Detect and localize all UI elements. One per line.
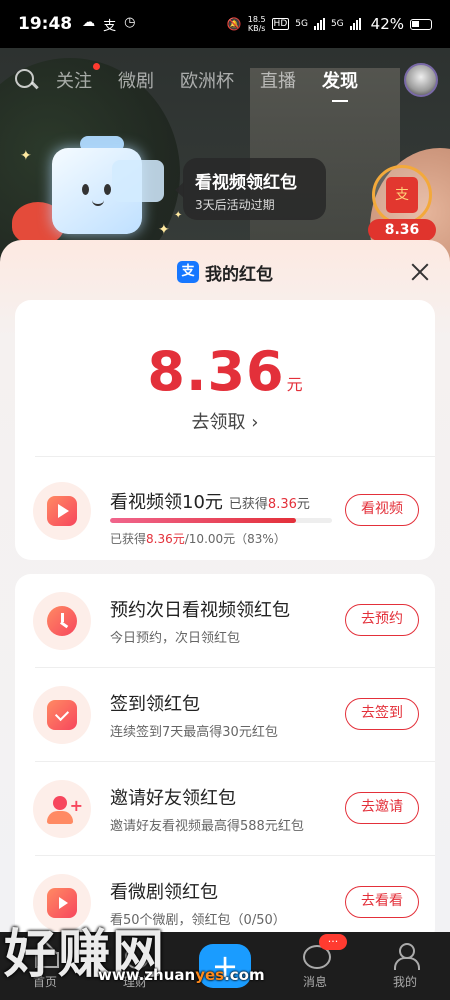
avatar[interactable]: [404, 63, 438, 97]
status-left-icons: ☁ 支 ◷: [82, 15, 135, 34]
signal-icon-2: [349, 18, 361, 30]
top-nav: 关注 微剧 欧洲杯 直播 发现: [0, 60, 450, 102]
nav-messages[interactable]: ··· 消息: [270, 932, 360, 1000]
red-envelope-icon: 支: [386, 177, 418, 213]
watch-video-button[interactable]: 看视频: [345, 494, 419, 526]
mascot-card: [112, 160, 164, 202]
video-task-icon-wrap: [33, 482, 91, 540]
finance-icon: [122, 942, 149, 969]
task-icon-wrap: +: [33, 780, 91, 838]
list-item: 签到领红包 连续签到7天最高得30元红包 去签到: [15, 668, 435, 762]
task-title: 看微剧领红包: [110, 882, 218, 903]
progress-bar: [110, 518, 332, 523]
promo-title: 看视频领红包: [195, 173, 297, 193]
nav-me[interactable]: 我的: [360, 932, 450, 1000]
notification-dot: [93, 63, 100, 70]
task-title: 看视频领10元 已获得8.36元: [110, 492, 310, 513]
cloud-icon: ☁: [82, 14, 96, 30]
tab-euro-cup[interactable]: 欧洲杯: [180, 67, 234, 93]
net-speed: 18.5 KB/s: [247, 15, 266, 33]
nav-home[interactable]: 首页: [0, 932, 90, 1000]
tv-play-icon: [47, 888, 77, 918]
task-icon-wrap: [33, 686, 91, 744]
tab-discover[interactable]: 发现: [322, 67, 358, 102]
tab-live[interactable]: 直播: [260, 67, 296, 93]
claim-link[interactable]: 去领取 ›: [15, 408, 435, 434]
tab-follow[interactable]: 关注: [56, 63, 100, 93]
play-icon: [47, 496, 77, 526]
alipay-logo-icon: 支: [177, 261, 199, 283]
balance-number: 8.36: [147, 340, 285, 403]
network-label-2: 5G: [330, 19, 344, 29]
network-label: 5G: [295, 19, 308, 29]
list-item: 看微剧领红包 看50个微剧，领红包（0/50） 去看看: [15, 856, 435, 932]
red-packet-sheet: 支 我的红包 8.36 元 去领取 › 看视频领10元 已获得8.36元 已获得8.…: [0, 240, 450, 932]
watermark-url: www.zhuanyes.com: [98, 966, 265, 984]
nav-tabs: 关注 微剧 欧洲杯 直播 发现: [56, 63, 358, 102]
status-time: 19:48: [18, 14, 73, 34]
alipay-icon: 支: [103, 18, 117, 34]
invite-user-icon: +: [47, 794, 83, 824]
balance-unit: 元: [286, 375, 303, 394]
profile-icon: [392, 942, 420, 970]
promo-subtitle: 3天后活动过期: [195, 198, 275, 212]
task-subtitle: 今日预约，次日领红包: [110, 631, 241, 646]
sparkle-icon: ✦: [174, 210, 183, 221]
task-icon-wrap: [33, 592, 91, 650]
status-bar: 19:48 ☁ 支 ◷ 🔕 18.5 KB/s HD 5G 5G 42%: [0, 0, 450, 48]
calendar-check-icon: [47, 700, 77, 730]
tasks-card: 预约次日看视频领红包 今日预约，次日领红包 去预约 签到领红包 连续签到7天最高…: [15, 574, 435, 932]
watch-drama-button[interactable]: 去看看: [345, 886, 419, 918]
progress-fill: [110, 518, 296, 523]
check-in-button[interactable]: 去签到: [345, 698, 419, 730]
task-title: 邀请好友领红包: [110, 788, 236, 809]
task-title: 预约次日看视频领红包: [110, 600, 290, 621]
balance-card: 8.36 元 去领取 › 看视频领10元 已获得8.36元 已获得8.36元/10.…: [15, 300, 435, 560]
progress-text: 已获得8.36元/10.00元（83%）: [110, 532, 286, 546]
signal-icon: [313, 18, 325, 30]
mute-icon: 🔕: [226, 17, 242, 31]
badge-amount: 8.36: [368, 219, 436, 241]
invite-button[interactable]: 去邀请: [345, 792, 419, 824]
red-packet-floating-badge[interactable]: 支 8.36: [368, 165, 436, 241]
clock-icon: ◷: [124, 14, 136, 30]
home-icon: [32, 942, 59, 968]
mascot-illustration: [12, 130, 182, 245]
reserve-button[interactable]: 去预约: [345, 604, 419, 636]
list-item: + 邀请好友领红包 邀请好友看视频最高得588元红包 去邀请: [15, 762, 435, 856]
tab-micro-drama[interactable]: 微剧: [118, 67, 154, 93]
video-earned: 已获得8.36元: [228, 497, 310, 512]
close-icon[interactable]: [410, 262, 430, 282]
sheet-title: 我的红包: [205, 264, 273, 285]
status-right: 🔕 18.5 KB/s HD 5G 5G 42%: [227, 15, 432, 33]
task-subtitle: 连续签到7天最高得30元红包: [110, 725, 278, 740]
task-subtitle: 看50个微剧，领红包（0/50）: [110, 913, 286, 928]
clock-icon: [47, 606, 77, 636]
sheet-header: 支 我的红包: [0, 240, 450, 304]
sparkle-icon: ✦: [158, 222, 170, 238]
balance-amount: 8.36 元: [15, 340, 435, 403]
battery-percent: 42%: [370, 15, 404, 33]
divider: [35, 456, 435, 457]
task-title: 签到领红包: [110, 694, 200, 715]
task-icon-wrap: [33, 874, 91, 932]
list-item: 预约次日看视频领红包 今日预约，次日领红包 去预约: [15, 574, 435, 668]
video-task-row: 看视频领10元 已获得8.36元 已获得8.36元/10.00元（83%） 看视频: [15, 464, 435, 558]
sparkle-icon: ✦: [20, 148, 32, 164]
battery-icon: [410, 18, 432, 30]
search-icon[interactable]: [12, 66, 40, 94]
hd-label: HD: [271, 18, 290, 30]
message-badge: ···: [319, 934, 347, 950]
promo-bubble[interactable]: 看视频领红包 3天后活动过期: [175, 158, 326, 220]
task-subtitle: 邀请好友看视频最高得588元红包: [110, 819, 304, 834]
